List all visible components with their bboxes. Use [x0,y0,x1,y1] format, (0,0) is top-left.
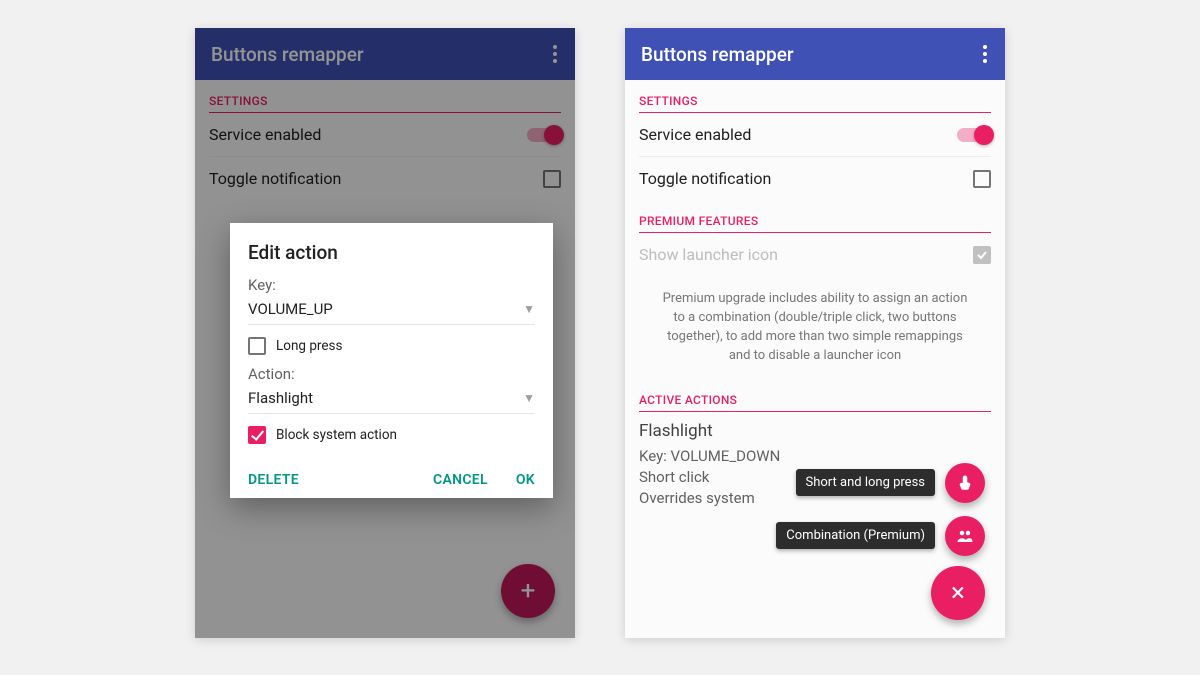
chevron-down-icon: ▼ [523,302,535,316]
active-action-key: Key: VOLUME_DOWN [639,446,991,467]
block-system-label: Block system action [276,427,397,443]
row-toggle-notification[interactable]: Toggle notification [639,157,991,200]
phone-left: Buttons remapper SETTINGS Service enable… [195,28,575,638]
fab-label-short: Short and long press [796,469,935,496]
toggle-notification-checkbox[interactable] [973,170,991,188]
long-press-label: Long press [276,338,342,354]
content: SETTINGS Service enabled Toggle notifica… [625,80,1005,517]
row-service-enabled[interactable]: Service enabled [639,113,991,157]
group-icon [956,527,974,545]
phone-right: Buttons remapper SETTINGS Service enable… [625,28,1005,638]
toggle-notification-label: Toggle notification [639,169,771,188]
block-system-row[interactable]: Block system action [248,420,535,450]
fab-close[interactable]: × [931,566,985,620]
key-label: Key: [248,276,535,294]
action-select[interactable]: Flashlight ▼ [248,383,535,414]
appbar-title: Buttons remapper [641,43,794,66]
dialog-buttons: DELETE CANCEL OK [248,472,535,488]
section-settings: SETTINGS [639,80,991,113]
block-system-checkbox[interactable] [248,426,266,444]
appbar: Buttons remapper [625,28,1005,80]
long-press-row[interactable]: Long press [248,331,535,361]
service-enabled-switch[interactable] [957,128,991,142]
action-value: Flashlight [248,389,313,407]
active-action-title: Flashlight [639,420,991,444]
cancel-button[interactable]: CANCEL [433,472,488,488]
active-action-item[interactable]: Flashlight Key: VOLUME_DOWN Short click … [639,412,991,517]
fab-label-combo: Combination (Premium) [776,522,935,549]
section-premium: PREMIUM FEATURES [639,200,991,233]
premium-note: Premium upgrade includes ability to assi… [639,276,991,379]
action-label: Action: [248,365,535,383]
row-show-launcher: Show launcher icon [639,233,991,276]
section-active-actions: ACTIVE ACTIONS [639,379,991,412]
edit-action-dialog: Edit action Key: VOLUME_UP ▼ Long press … [230,223,553,498]
long-press-checkbox[interactable] [248,337,266,355]
ok-button[interactable]: OK [516,472,535,488]
delete-button[interactable]: DELETE [248,472,299,488]
service-enabled-label: Service enabled [639,125,751,144]
touch-icon [956,474,974,492]
key-select[interactable]: VOLUME_UP ▼ [248,294,535,325]
chevron-down-icon: ▼ [523,391,535,405]
show-launcher-label: Show launcher icon [639,245,778,264]
fab-combination[interactable] [945,516,985,556]
key-value: VOLUME_UP [248,300,333,318]
close-icon: × [951,578,965,608]
show-launcher-checkbox [973,246,991,264]
fab-short-press[interactable] [945,463,985,503]
overflow-menu-icon[interactable] [975,41,995,67]
dialog-title: Edit action [248,241,535,264]
